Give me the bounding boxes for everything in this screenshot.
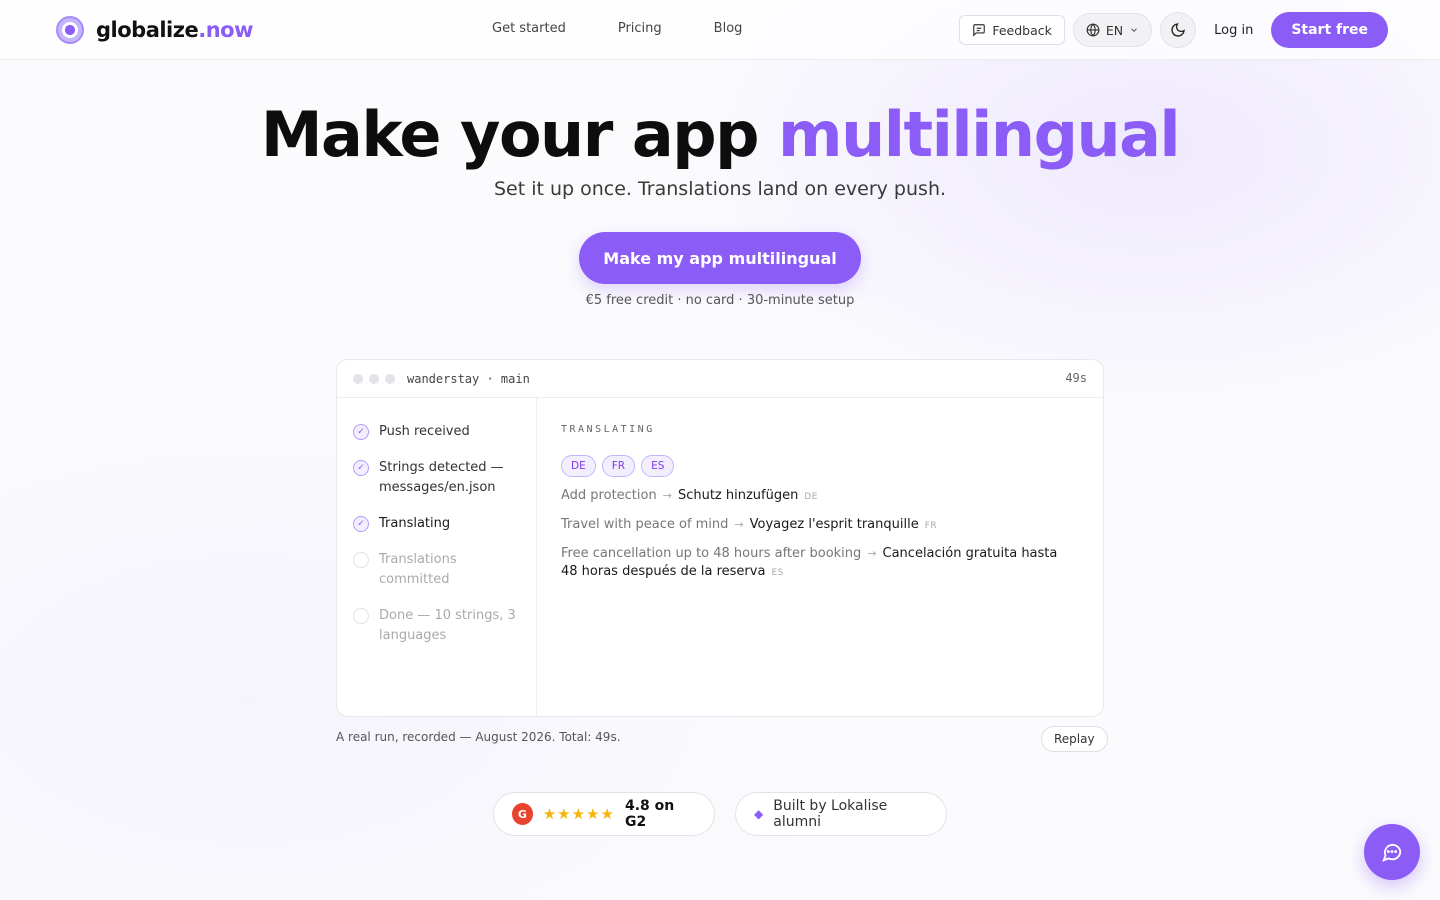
- translated-string: Voyagez l'esprit tranquille: [749, 517, 919, 532]
- login-link[interactable]: Log in: [1214, 23, 1253, 38]
- translation-row: Travel with peace of mind → Voyagez l'espr…: [561, 516, 1061, 535]
- pending-circle-icon: [353, 552, 369, 568]
- steps-list: ✓ Push received ✓ Strings detected — mes…: [337, 398, 537, 716]
- step-label: Translations committed: [379, 552, 457, 587]
- lokalise-text: Built by Lokalise alumni: [773, 798, 888, 830]
- language-code: FR: [924, 521, 938, 531]
- start-free-button[interactable]: Start free: [1271, 12, 1388, 48]
- step-label: Done — 10 strings, 3 languages: [379, 608, 516, 643]
- step-item: ✓ Push received: [353, 422, 520, 442]
- step-label: Translating: [379, 516, 451, 531]
- translated-string: Schutz hinzufügen: [677, 488, 799, 503]
- chat-bubble-icon: [1382, 843, 1402, 862]
- nav-get-started[interactable]: Get started: [492, 21, 566, 36]
- source-string: Free cancellation up to 48 hours after b…: [561, 546, 862, 561]
- step-item: ✓ Translating: [353, 514, 520, 534]
- chat-launcher-button[interactable]: [1364, 824, 1420, 880]
- translation-row: Free cancellation up to 48 hours after b…: [561, 545, 1061, 582]
- language-selector[interactable]: EN: [1072, 13, 1153, 47]
- window-dots: [353, 373, 395, 384]
- g2-logo-icon: G: [512, 803, 533, 825]
- feedback-label: Feedback: [992, 22, 1052, 38]
- replay-button[interactable]: Replay: [1041, 726, 1108, 752]
- translation-row: Add protection → Schutz hinzufügen DE: [561, 487, 1061, 506]
- source-string: Add protection: [561, 488, 657, 503]
- diamond-icon: ◆: [754, 807, 764, 821]
- language-chip: FR: [601, 455, 636, 477]
- language-code: DE: [804, 492, 818, 502]
- check-icon: ✓: [353, 516, 369, 532]
- logo-link[interactable]: globalize.now: [56, 16, 253, 44]
- pending-circle-icon: [353, 608, 369, 624]
- check-icon: ✓: [353, 460, 369, 476]
- step-label: Push received: [379, 424, 470, 439]
- nav-pricing[interactable]: Pricing: [618, 21, 662, 36]
- source-string: Travel with peace of mind: [561, 517, 729, 532]
- translation-list: Add protection → Schutz hinzufügen DE Trave…: [561, 487, 1079, 582]
- repo-branch: wanderstay · main: [407, 371, 530, 386]
- arrow-right-icon: →: [734, 518, 744, 531]
- window-dot: [385, 373, 395, 384]
- hero-subtitle: Set it up once. Translations land on eve…: [493, 178, 947, 200]
- cta-button[interactable]: Make my app multilingual: [579, 232, 861, 284]
- lokalise-badge[interactable]: ◆ Built by Lokalise alumni: [735, 792, 947, 836]
- language-chip: ES: [641, 455, 675, 477]
- language-label: EN: [1105, 22, 1124, 38]
- theme-toggle-button[interactable]: [1160, 12, 1197, 48]
- demo-caption: A real run, recorded — August 2026. Tota…: [336, 730, 621, 744]
- window-dot: [353, 373, 363, 384]
- run-timer: 49s: [1065, 371, 1087, 385]
- window-dot: [369, 373, 379, 384]
- g2-rating-text: 4.8 on G2: [624, 798, 675, 830]
- chevron-down-icon: [1131, 28, 1137, 32]
- cta-note: €5 free credit · no card · 30-minute set…: [585, 293, 855, 308]
- step-item: Translations committed: [353, 550, 520, 590]
- globe-icon: [1086, 23, 1100, 37]
- logo-text: globalize.now: [96, 18, 253, 42]
- message-square-icon: [973, 24, 986, 37]
- logo-mark-icon: [56, 16, 84, 44]
- language-code: ES: [771, 568, 784, 578]
- step-item: ✓ Strings detected — messages/en.json: [353, 458, 520, 498]
- header-actions: Feedback EN Log in Start free: [959, 12, 1388, 48]
- star-rating: ★★★★★: [542, 805, 615, 823]
- site-header: globalize.now Get started Pricing Blog F…: [0, 0, 1440, 60]
- section-label: TRANSLATING: [561, 424, 655, 435]
- check-icon: ✓: [353, 424, 369, 440]
- arrow-right-icon: →: [662, 489, 672, 502]
- step-item: Done — 10 strings, 3 languages: [353, 606, 520, 646]
- step-label: Strings detected — messages/en.json: [379, 460, 504, 495]
- translation-panel: TRANSLATING DE FR ES Add protection → Schu…: [537, 398, 1103, 716]
- feedback-button[interactable]: Feedback: [959, 15, 1065, 45]
- moon-icon: [1171, 23, 1185, 37]
- main-nav: Get started Pricing Blog: [492, 21, 742, 36]
- hero-title: Make your app multilingual: [260, 98, 1181, 171]
- demo-titlebar: wanderstay · main 49s: [337, 360, 1103, 398]
- nav-blog[interactable]: Blog: [714, 21, 743, 36]
- arrow-right-icon: →: [867, 547, 877, 560]
- demo-run-card: wanderstay · main 49s ✓ Push received ✓ …: [336, 359, 1104, 717]
- language-chips: DE FR ES: [561, 455, 1079, 477]
- language-chip: DE: [561, 455, 596, 477]
- g2-rating-badge[interactable]: G ★★★★★ 4.8 on G2: [493, 792, 715, 836]
